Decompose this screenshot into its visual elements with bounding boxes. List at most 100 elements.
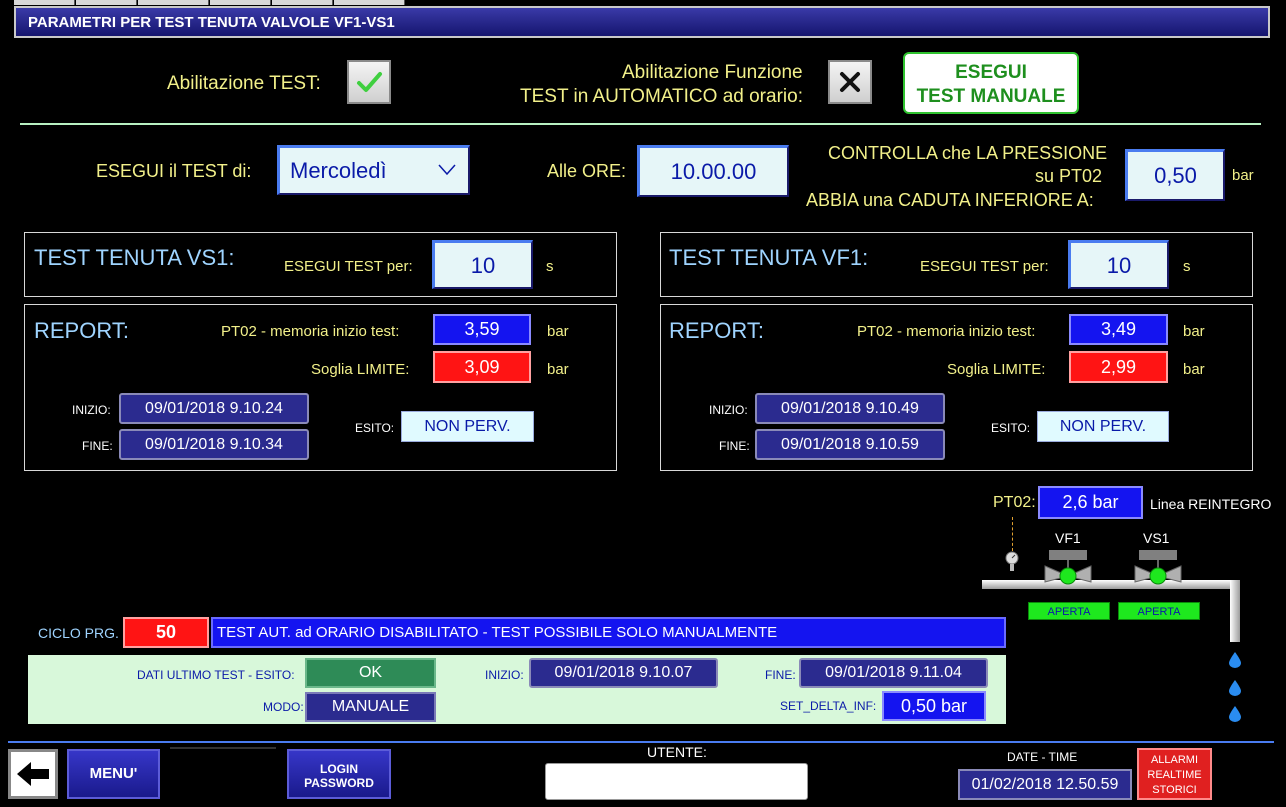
vf1-valve-indicator [1059, 567, 1077, 585]
last-inizio-value: 09/01/2018 9.10.07 [529, 658, 718, 688]
arrow-left-icon [17, 762, 49, 786]
datetime-value: 01/02/2018 12.50.59 [958, 769, 1132, 800]
back-button[interactable] [8, 749, 58, 799]
time-input[interactable]: 10.00.00 [637, 145, 789, 197]
abilitazione-auto-label-2: TEST in AUTOMATICO ad orario: [520, 86, 803, 107]
time-label: Alle ORE: [547, 161, 627, 181]
top-tab[interactable] [76, 0, 137, 5]
login-label: LOGIN [320, 762, 358, 776]
vf1-title: TEST TENUTA VF1: [669, 245, 869, 270]
vs1-soglia-value: 3,09 [433, 351, 531, 383]
vf1-pt02-value: 3,49 [1069, 314, 1168, 345]
separator [20, 123, 1261, 125]
test-manuale-label: TEST MANUALE [916, 86, 1066, 107]
diagram-pt02-label: PT02: [993, 494, 1036, 511]
vf1-inizio-value: 09/01/2018 9.10.49 [755, 393, 945, 424]
vs1-soglia-label: Soglia LIMITE: [311, 361, 410, 378]
vf1-duration-unit: s [1183, 258, 1191, 275]
water-drop-icon [1229, 706, 1241, 722]
chevron-down-icon [438, 164, 456, 176]
top-tab-strip [14, 0, 414, 5]
abilitazione-test-label: Abilitazione TEST: [167, 73, 321, 94]
water-drop-icon [1229, 652, 1241, 668]
vf1-soglia-label: Soglia LIMITE: [947, 361, 1046, 378]
last-fine-label: FINE: [765, 668, 796, 682]
day-value: Mercoledì [290, 158, 387, 183]
vf1-esito-label: ESITO: [991, 421, 1031, 435]
footer-separator [8, 741, 1274, 743]
top-tab[interactable] [272, 0, 333, 5]
vf1-state-badge: APERTA [1028, 602, 1110, 620]
alarms-button[interactable]: ALLARMI REALTIME STORICI [1137, 748, 1212, 800]
top-tab[interactable] [138, 0, 209, 5]
vf1-duration-label: ESEGUI TEST per: [920, 258, 1049, 275]
vf1-soglia-value: 2,99 [1069, 351, 1168, 383]
vs1-esito-label: ESITO: [355, 421, 395, 435]
cycle-label: CICLO PRG. [38, 625, 119, 641]
password-label: PASSWORD [304, 776, 374, 790]
vs1-duration-input[interactable]: 10 [432, 240, 533, 289]
top-tab[interactable] [334, 0, 405, 5]
esegui-label: ESEGUI [955, 62, 1027, 83]
checkmark-icon [357, 72, 382, 92]
vf1-soglia-unit: bar [1183, 361, 1205, 378]
vs1-inizio-value: 09/01/2018 9.10.24 [119, 393, 309, 424]
alarms-label-3: STORICI [1152, 784, 1197, 796]
vs1-fine-value: 09/01/2018 9.10.34 [119, 429, 309, 460]
diagram-pt02-value: 2,6 bar [1038, 486, 1143, 519]
cycle-message: TEST AUT. ad ORARIO DISABILITATO - TEST … [211, 617, 1006, 648]
vs1-duration-label: ESEGUI TEST per: [284, 258, 413, 275]
vf1-pt02-unit: bar [1183, 323, 1205, 340]
day-select[interactable]: Mercoledì [277, 145, 470, 195]
alarms-label-1: ALLARMI [1150, 754, 1199, 766]
footer-divider [170, 747, 276, 749]
vs1-pt02-label: PT02 - memoria inizio test: [221, 323, 400, 340]
vf1-valve-icon[interactable] [1043, 550, 1093, 592]
vf1-fine-label: FINE: [719, 439, 750, 453]
pressure-unit: bar [1232, 167, 1254, 184]
vs1-valve-indicator [1149, 567, 1167, 585]
vs1-report-title: REPORT: [34, 318, 129, 343]
vs1-state-badge: APERTA [1118, 602, 1200, 620]
day-label: ESEGUI il TEST di: [96, 161, 252, 181]
menu-button[interactable]: MENU' [67, 749, 160, 799]
pressure-label-3: ABBIA una CADUTA INFERIORE A: [806, 190, 1094, 210]
abilitazione-test-checkbox[interactable] [347, 60, 391, 104]
vf1-fine-value: 09/01/2018 9.10.59 [755, 429, 945, 460]
esegui-test-manuale-button[interactable]: ESEGUI TEST MANUALE [903, 52, 1079, 114]
cycle-value: 50 [123, 617, 209, 648]
pressure-label-1: CONTROLLA che LA PRESSIONE [828, 143, 1108, 163]
pressure-gauge-icon [1004, 551, 1020, 571]
abilitazione-auto-checkbox[interactable] [828, 60, 872, 104]
pt02-connector [1012, 517, 1013, 551]
login-password-button[interactable]: LOGIN PASSWORD [287, 749, 391, 799]
vs1-pt02-unit: bar [547, 323, 569, 340]
last-modo-value: MANUALE [305, 692, 436, 722]
last-delta-value: 0,50 bar [882, 691, 986, 721]
datetime-label: DATE - TIME [1007, 750, 1078, 764]
user-field[interactable] [545, 763, 808, 800]
pipe-vertical [1230, 580, 1240, 642]
abilitazione-auto-label: Abilitazione Funzione [622, 62, 803, 83]
vs1-inizio-label: INIZIO: [72, 403, 111, 417]
vf1-pt02-label: PT02 - memoria inizio test: [857, 323, 1036, 340]
pressure-label-2: su PT02 [1035, 166, 1103, 186]
vs1-soglia-unit: bar [547, 361, 569, 378]
top-tab[interactable] [210, 0, 271, 5]
vf1-report-title: REPORT: [669, 318, 764, 343]
alarms-label-2: REALTIME [1147, 769, 1202, 781]
vf1-esito-value: NON PERV. [1037, 411, 1169, 442]
pressure-input[interactable]: 0,50 [1125, 149, 1225, 201]
last-esito-value: OK [305, 658, 436, 688]
vf1-duration-input[interactable]: 10 [1068, 240, 1169, 289]
vs1-duration-unit: s [546, 258, 554, 275]
vs1-diagram-label: VS1 [1143, 530, 1170, 546]
vs1-fine-label: FINE: [82, 439, 113, 453]
last-inizio-label: INIZIO: [485, 668, 524, 682]
top-tab[interactable] [14, 0, 75, 5]
water-drop-icon [1229, 680, 1241, 696]
close-icon [840, 72, 860, 92]
vs1-valve-icon[interactable] [1133, 550, 1183, 592]
diagram-line-label: Linea REINTEGRO [1150, 496, 1272, 512]
pipe-horizontal [982, 580, 1230, 589]
